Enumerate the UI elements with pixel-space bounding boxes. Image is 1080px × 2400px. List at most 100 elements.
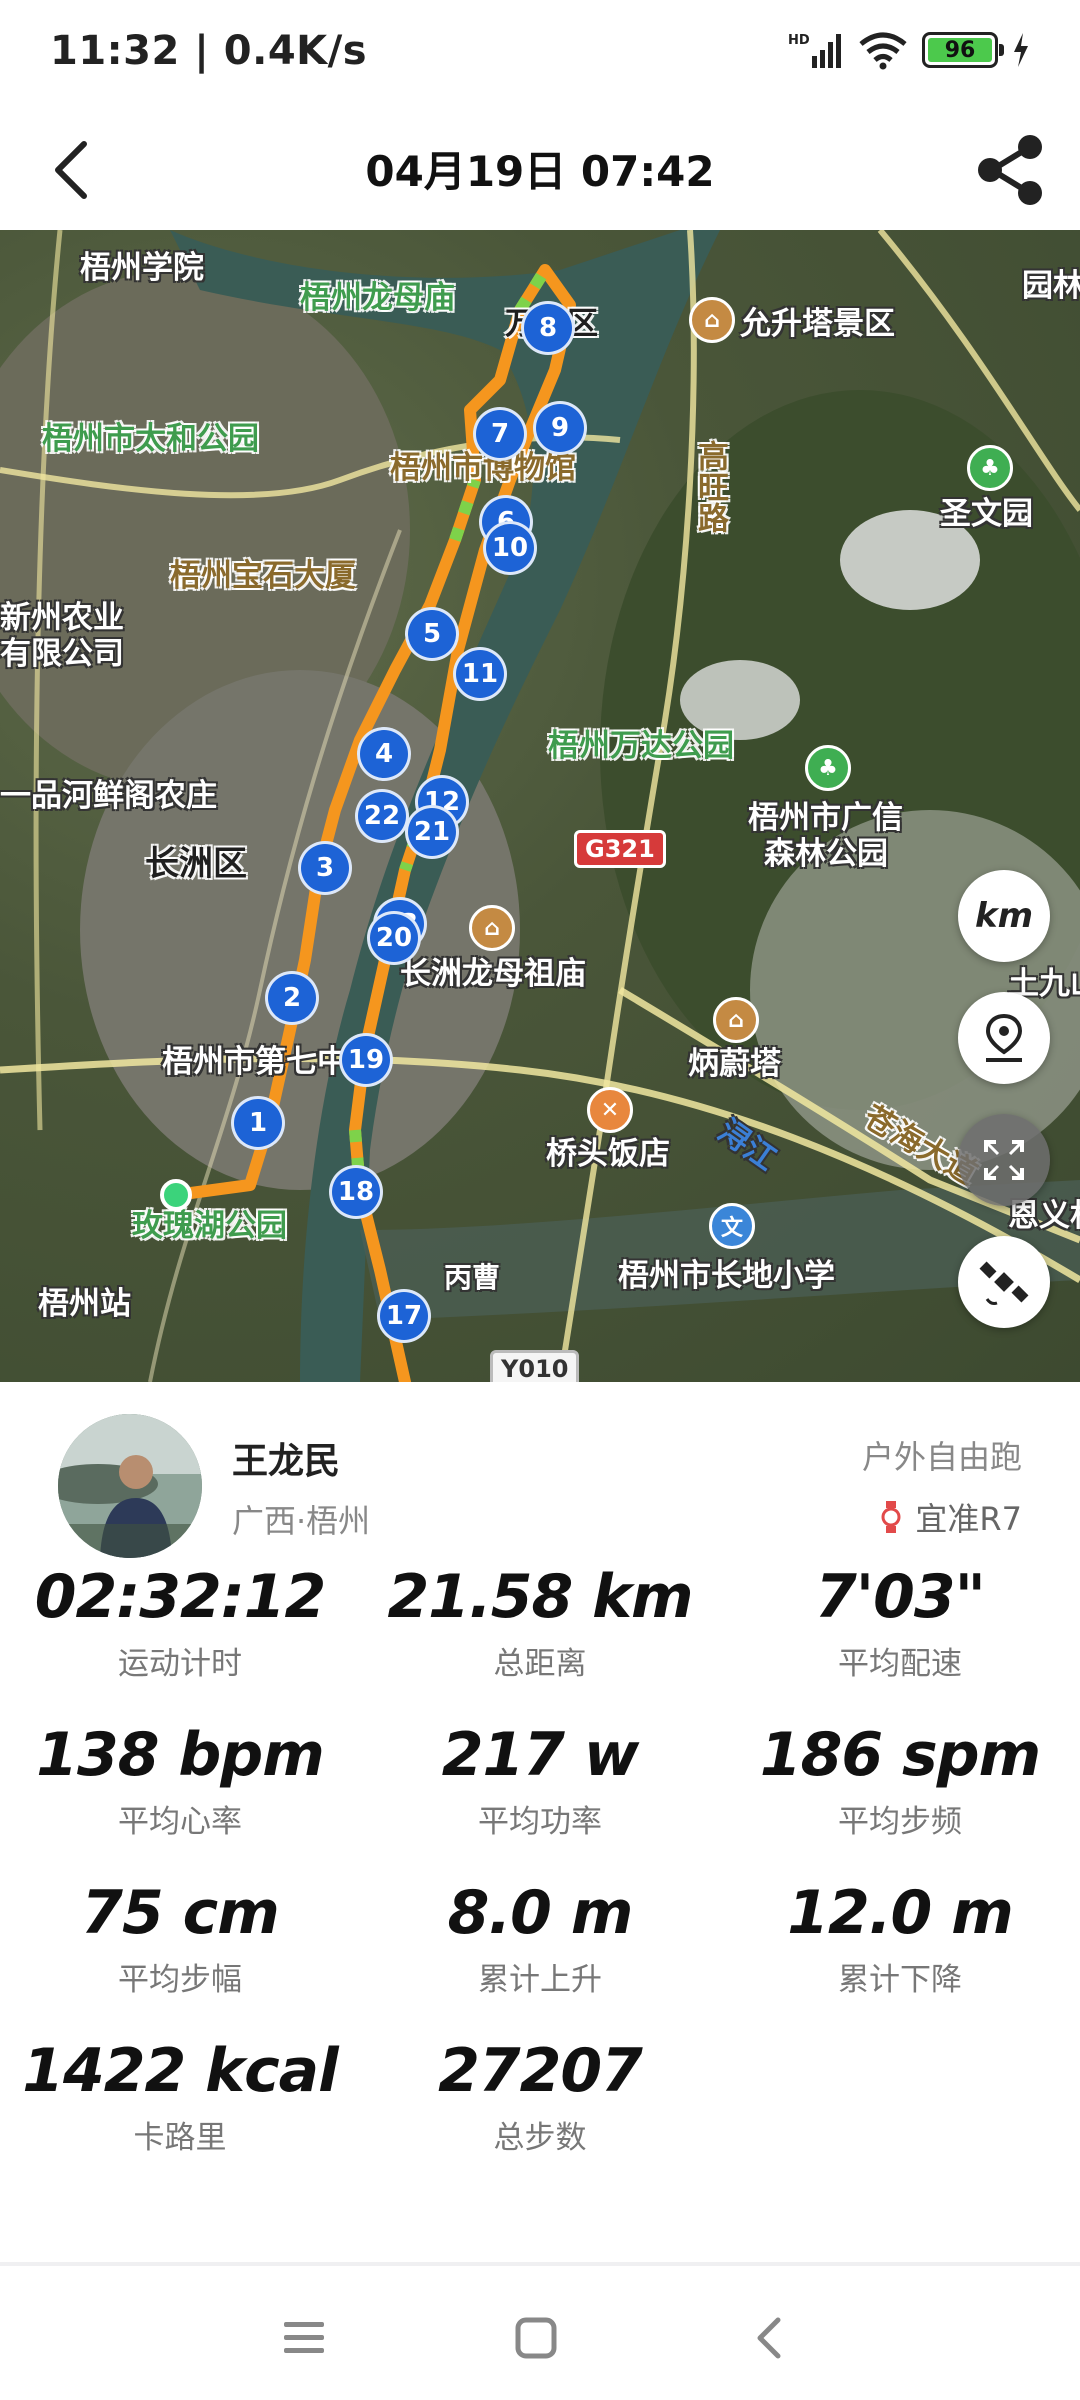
satellite-layer-button[interactable] [958,1236,1050,1328]
menu-nav-button[interactable] [264,2298,344,2378]
stat-label: 总距离 [493,1646,587,1682]
stat-value: 8.0 m [447,1878,634,1948]
map-place-label: 梧州站 [38,1286,131,1322]
status-time: 11:32 | 0.4K/s [50,28,368,74]
map-place-label: 桥头饭店 [546,1136,670,1172]
km-marker[interactable]: 3 [298,841,352,895]
stat-label: 累计下降 [838,1962,962,1998]
home-nav-button[interactable] [496,2298,576,2378]
map-place-label: 梧州龙母庙 [300,280,455,316]
map-place-label: 高旺路 [692,440,728,533]
menu-icon [284,2322,324,2353]
stat-label: 平均步幅 [118,1962,242,1998]
stat-label: 卡路里 [133,2120,227,2156]
route-map[interactable]: 梧州学院 梧州龙母庙 万秀区 允升塔景区 园林 梧州市太和公园 梧州市博物馆 高… [0,230,1080,1382]
road-sign: G321 [574,830,666,868]
satellite-icon [979,1261,1029,1305]
stat-value: 7'03" [815,1562,986,1632]
stat-pace: 7'03" 平均配速 [720,1562,1080,1683]
map-place-label: 梧州学院 [80,250,204,286]
km-marker[interactable]: 20 [367,911,421,965]
stat-steps: 27207 总步数 [360,2036,720,2157]
stat-label: 平均步频 [838,1804,962,1840]
km-marker[interactable]: 17 [377,1289,431,1343]
km-marker[interactable]: 22 [355,789,409,843]
avatar-photo [58,1414,202,1558]
km-marker[interactable]: 2 [265,971,319,1025]
stat-label: 平均功率 [478,1804,602,1840]
map-place-label: 一品河鲜阁农庄 [0,778,217,814]
home-icon [515,2317,557,2359]
stat-duration: 02:32:12 运动计时 [0,1562,360,1683]
battery-icon: 96 [922,32,1004,68]
park-poi-icon[interactable]: ♣ [805,745,851,791]
km-marker[interactable]: 11 [453,647,507,701]
locate-button[interactable] [958,992,1050,1084]
stat-value: 21.58 km [387,1562,693,1632]
sport-type: 户外自由跑 [861,1438,1022,1476]
map-place-label: 圣文园 [940,496,1033,532]
stat-value: 27207 [438,2036,643,2106]
km-marker[interactable]: 10 [483,521,537,575]
stat-value: 186 spm [759,1720,1041,1790]
system-nav-bar [0,2262,1080,2400]
map-place-label: 梧州市长地小学 [618,1258,835,1294]
stat-label: 累计上升 [478,1962,602,1998]
km-marker[interactable]: 4 [357,727,411,781]
page-title: 04月19日 07:42 [365,147,715,196]
temple-poi-icon[interactable]: ⌂ [689,297,735,343]
map-place-label: 梧州宝石大厦 [170,558,356,594]
svg-text:HD: HD [788,33,810,48]
battery-level: 96 [928,38,992,63]
map-place-label: 森林公园 [764,836,888,872]
back-nav-button[interactable] [730,2298,810,2378]
stat-value: 75 cm [81,1878,279,1948]
park-poi-icon[interactable]: ♣ [967,445,1013,491]
stat-calories: 1422 kcal 卡路里 [0,2036,360,2157]
map-place-label: 长洲区 [145,844,247,884]
stat-value: 217 w [441,1720,640,1790]
map-place-label: 园林 [1022,268,1080,304]
restaurant-poi-icon[interactable]: ✕ [587,1087,633,1133]
km-marker[interactable]: 9 [533,401,587,455]
expand-icon [984,1140,1024,1180]
location-pin-icon [985,1013,1023,1062]
map-place-label: 长洲龙母祖庙 [400,956,586,992]
map-place-label: 炳蔚塔 [688,1046,781,1082]
avatar[interactable] [58,1414,202,1558]
stat-ascent: 8.0 m 累计上升 [360,1878,720,1999]
wifi-icon [859,32,907,70]
status-icons: HD 96 [788,30,1030,70]
stat-heart-rate: 138 bpm 平均心率 [0,1720,360,1841]
stat-label: 总步数 [493,2120,587,2156]
stat-power: 217 w 平均功率 [360,1720,720,1841]
unit-toggle-button[interactable]: km [958,870,1050,962]
fullscreen-button[interactable] [958,1114,1050,1206]
stat-label: 平均配速 [838,1646,962,1682]
km-marker[interactable]: 18 [329,1165,383,1219]
device-name: 宜准R7 [915,1500,1022,1538]
km-marker[interactable]: 8 [521,301,575,355]
stat-distance: 21.58 km 总距离 [360,1562,720,1683]
route-start-marker [160,1179,192,1211]
km-marker[interactable]: 5 [405,607,459,661]
temple-poi-icon[interactable]: ⌂ [469,905,515,951]
km-marker[interactable]: 7 [473,407,527,461]
map-place-label: 有限公司 [0,636,124,672]
map-place-label: 允升塔景区 [740,306,895,342]
stat-value: 02:32:12 [34,1562,326,1632]
device-info: 宜准R7 [879,1494,1022,1540]
stat-label: 运动计时 [118,1646,242,1682]
school-poi-icon[interactable]: 文 [709,1203,755,1249]
km-marker[interactable]: 19 [339,1033,393,1087]
share-button[interactable] [970,130,1050,210]
km-marker[interactable]: 1 [231,1096,285,1150]
share-icon [978,135,1042,205]
user-name: 王龙民 [232,1441,341,1482]
stat-descent: 12.0 m 累计下降 [720,1878,1080,1999]
map-place-label: 梧州万达公园 [548,728,734,764]
tower-poi-icon[interactable]: ⌂ [713,997,759,1043]
stat-label: 平均心率 [118,1804,242,1840]
status-bar: 11:32 | 0.4K/s HD 96 [0,0,1080,110]
km-marker[interactable]: 21 [405,805,459,859]
